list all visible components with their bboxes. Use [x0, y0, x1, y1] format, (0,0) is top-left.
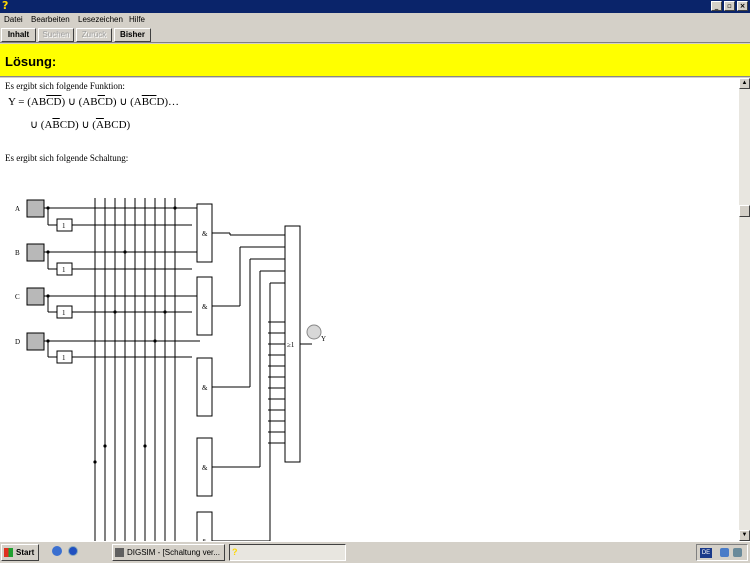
and-gate-label: &	[202, 303, 208, 311]
junction-dot	[46, 206, 50, 210]
scroll-up-button[interactable]: ▲	[739, 78, 750, 89]
not-gate-label: 1	[62, 309, 66, 317]
junction-dot	[123, 250, 127, 254]
junction-dot	[163, 310, 167, 314]
help-icon: ?	[2, 0, 9, 12]
inhalt-button[interactable]: Inhalt	[1, 28, 36, 42]
windows-logo-icon	[4, 548, 13, 557]
not-gate-label: 1	[62, 354, 66, 362]
and-gate-label: &	[202, 384, 208, 392]
junction-dot	[46, 294, 50, 298]
input-switch-d	[26, 332, 45, 351]
bisher-button[interactable]: Bisher	[114, 28, 151, 42]
menu-lesezeichen[interactable]: Lesezeichen	[78, 13, 123, 27]
task-help[interactable]: ?	[229, 544, 346, 561]
and-gate-5	[196, 511, 213, 541]
circuit-diagram: A1B1C1D1&&&&&≥1Y	[15, 198, 326, 541]
digsim-icon	[115, 548, 124, 557]
heading-band: Lösung:	[0, 44, 750, 77]
junction-dot	[173, 206, 177, 210]
taskbar: Start DIGSIM - [Schaltung ver... ? DE	[0, 541, 750, 563]
menu-hilfe[interactable]: Hilfe	[129, 13, 145, 27]
task-digsim-label: DIGSIM - [Schaltung ver...	[127, 548, 220, 557]
or-gate-label: ≥1	[287, 341, 295, 349]
vertical-scrollbar[interactable]: ▲ ▼	[739, 78, 750, 541]
nav-toolbar: Inhalt Suchen Zurück Bisher	[0, 27, 750, 43]
input-switch-c	[26, 287, 45, 306]
zurueck-button[interactable]: Zurück	[76, 28, 112, 42]
start-button[interactable]: Start	[1, 544, 39, 561]
input-switch-a	[26, 199, 45, 218]
and-gate-label: &	[202, 464, 208, 472]
menu-datei[interactable]: Datei	[4, 13, 23, 27]
scroll-thumb[interactable]	[739, 205, 750, 217]
menu-bearbeiten[interactable]: Bearbeiten	[31, 13, 70, 27]
junction-dot	[103, 444, 107, 448]
junction-dot	[113, 310, 117, 314]
junction-dot	[93, 460, 97, 464]
output-label-y: Y	[321, 335, 326, 343]
junction-dot	[46, 339, 50, 343]
desktop-quicklaunch-icon[interactable]	[52, 546, 62, 556]
suchen-button[interactable]: Suchen	[38, 28, 74, 42]
minimize-button[interactable]: _	[711, 1, 722, 11]
language-indicator[interactable]: DE	[700, 548, 712, 558]
input-switch-b	[26, 243, 45, 262]
junction-dot	[143, 444, 147, 448]
page-title: Lösung:	[5, 54, 57, 69]
start-label: Start	[16, 548, 35, 557]
help-content: Es ergibt sich folgende Funktion: Y = (A…	[0, 78, 739, 541]
maximize-button[interactable]: ▫	[724, 1, 735, 11]
title-bar: ? _ ▫ ×	[0, 0, 750, 13]
and-gate-label: &	[202, 230, 208, 238]
task-digsim[interactable]: DIGSIM - [Schaltung ver...	[112, 544, 225, 561]
help-icon: ?	[232, 547, 238, 557]
not-gate-label: 1	[62, 222, 66, 230]
volume-icon[interactable]	[733, 548, 742, 557]
network-icon[interactable]	[720, 548, 729, 557]
input-label-c: C	[15, 293, 20, 301]
output-lamp-icon	[306, 324, 322, 340]
menu-bar: Datei Bearbeiten Lesezeichen Hilfe	[0, 13, 750, 27]
browser-quicklaunch-icon[interactable]	[68, 546, 78, 556]
input-label-d: D	[15, 338, 20, 346]
input-label-b: B	[15, 249, 20, 257]
junction-dot	[153, 339, 157, 343]
system-tray: DE	[696, 544, 748, 561]
close-button[interactable]: ×	[737, 1, 748, 11]
not-gate-label: 1	[62, 266, 66, 274]
input-label-a: A	[15, 205, 20, 213]
scroll-down-button[interactable]: ▼	[739, 530, 750, 541]
junction-dot	[46, 250, 50, 254]
